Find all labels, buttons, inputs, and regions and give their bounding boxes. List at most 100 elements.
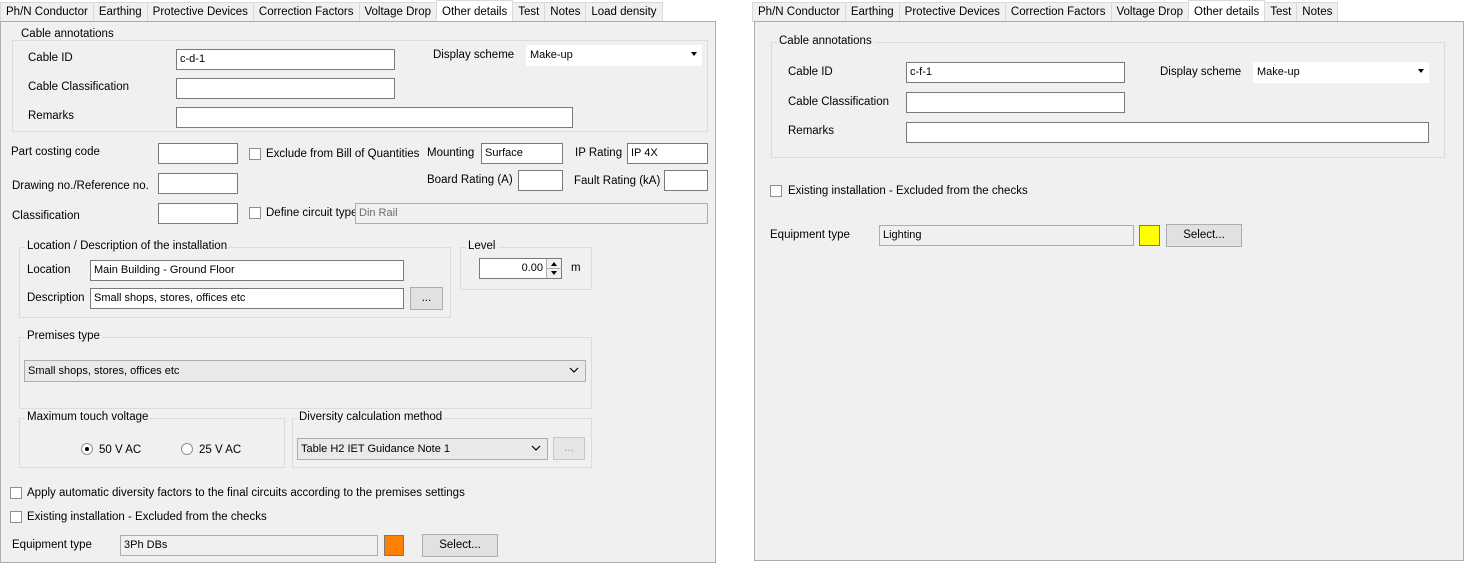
equipment-type-label: Equipment type xyxy=(12,539,92,551)
cable-classification-input[interactable] xyxy=(906,92,1125,113)
apply-diversity-checkbox[interactable] xyxy=(10,487,22,499)
exclude-boq-checkbox[interactable] xyxy=(249,148,261,160)
right-tab-bar: Ph/N Conductor Earthing Protective Devic… xyxy=(752,0,1339,22)
board-rating-label: Board Rating (A) xyxy=(427,174,513,186)
ip-rating-label: IP Rating xyxy=(575,147,623,159)
remarks-label: Remarks xyxy=(28,110,75,122)
tab-notes[interactable]: Notes xyxy=(1296,2,1339,22)
tab-ph-n-conductor[interactable]: Ph/N Conductor xyxy=(0,2,94,22)
cable-annotations-legend: Cable annotations xyxy=(777,35,874,47)
touch-50v-radio[interactable] xyxy=(81,443,93,455)
remarks-input[interactable] xyxy=(176,107,573,128)
tab-protective-devices[interactable]: Protective Devices xyxy=(898,2,1006,22)
display-scheme-label: Display scheme xyxy=(433,49,515,61)
premises-select[interactable]: Small shops, stores, offices etc xyxy=(24,360,586,382)
cable-id-input[interactable]: c-d-1 xyxy=(176,49,395,70)
level-value: 0.00 xyxy=(521,262,543,274)
board-rating-input[interactable] xyxy=(518,170,563,191)
define-circuit-label: Define circuit type xyxy=(266,207,358,219)
premises-value: Small shops, stores, offices etc xyxy=(28,365,180,377)
ip-rating-input[interactable]: IP 4X xyxy=(627,143,708,164)
equipment-color-swatch[interactable] xyxy=(1139,225,1160,246)
define-circuit-checkbox[interactable] xyxy=(249,207,261,219)
mounting-label: Mounting xyxy=(427,147,475,159)
display-scheme-select[interactable]: Make-up xyxy=(526,45,702,66)
equipment-select-button[interactable]: Select... xyxy=(1166,224,1242,247)
spin-arrows-icon xyxy=(547,262,562,275)
chevron-down-icon xyxy=(569,367,579,373)
description-input[interactable]: Small shops, stores, offices etc xyxy=(90,288,404,309)
tab-other-details[interactable]: Other details xyxy=(436,0,514,21)
description-label: Description xyxy=(27,292,85,304)
equipment-type-input[interactable]: 3Ph DBs xyxy=(120,535,378,556)
dropdown-arrow-icon xyxy=(691,52,697,56)
equipment-color-swatch[interactable] xyxy=(384,535,404,556)
cable-classification-input[interactable] xyxy=(176,78,395,99)
level-legend: Level xyxy=(466,240,498,252)
display-scheme-value: Make-up xyxy=(530,49,573,61)
fault-rating-input[interactable] xyxy=(664,170,708,191)
touch-voltage-legend: Maximum touch voltage xyxy=(25,411,151,423)
chevron-down-icon xyxy=(531,445,541,451)
diversity-legend: Diversity calculation method xyxy=(297,411,445,423)
remarks-label: Remarks xyxy=(788,125,835,137)
premises-legend: Premises type xyxy=(25,330,102,342)
define-circuit-input[interactable]: Din Rail xyxy=(355,203,708,224)
tab-other-details[interactable]: Other details xyxy=(1188,0,1266,21)
part-costing-input[interactable] xyxy=(158,143,238,164)
touch-25v-label: 25 V AC xyxy=(199,444,242,456)
dropdown-arrow-icon xyxy=(1418,69,1424,73)
tab-voltage-drop[interactable]: Voltage Drop xyxy=(358,2,437,22)
touch-25v-radio[interactable] xyxy=(181,443,193,455)
location-label: Location xyxy=(27,264,71,276)
touch-50v-label: 50 V AC xyxy=(99,444,142,456)
tab-load-density[interactable]: Load density xyxy=(585,2,663,22)
diversity-settings-button[interactable]: ... xyxy=(553,437,585,460)
exclude-boq-label: Exclude from Bill of Quantities xyxy=(266,148,420,160)
equipment-type-label: Equipment type xyxy=(770,229,850,241)
classification-label: Classification xyxy=(12,210,80,222)
level-unit: m xyxy=(571,262,581,274)
touch-voltage-group xyxy=(19,418,285,468)
existing-installation-checkbox[interactable] xyxy=(10,511,22,523)
cable-classification-label: Cable Classification xyxy=(788,96,889,108)
part-costing-label: Part costing code xyxy=(11,146,100,158)
tab-protective-devices[interactable]: Protective Devices xyxy=(146,2,254,22)
location-legend: Location / Description of the installati… xyxy=(25,240,230,252)
classification-input[interactable] xyxy=(158,203,238,224)
cable-classification-label: Cable Classification xyxy=(28,81,129,93)
tab-voltage-drop[interactable]: Voltage Drop xyxy=(1110,2,1189,22)
location-input[interactable]: Main Building - Ground Floor xyxy=(90,260,404,281)
tab-earthing[interactable]: Earthing xyxy=(844,2,900,22)
left-tab-bar: Ph/N Conductor Earthing Protective Devic… xyxy=(0,0,663,22)
description-browse-button[interactable]: ... xyxy=(410,287,443,310)
tab-correction-factors[interactable]: Correction Factors xyxy=(252,2,360,22)
display-scheme-select[interactable]: Make-up xyxy=(1253,62,1429,83)
display-scheme-value: Make-up xyxy=(1257,66,1300,78)
existing-installation-label: Existing installation - Excluded from th… xyxy=(788,185,1028,197)
tab-notes[interactable]: Notes xyxy=(544,2,587,22)
right-panel: Cable annotations Cable ID c-f-1 Cable C… xyxy=(754,21,1464,561)
equipment-select-button[interactable]: Select... xyxy=(422,534,498,557)
display-scheme-label: Display scheme xyxy=(1160,66,1242,78)
tab-ph-n-conductor[interactable]: Ph/N Conductor xyxy=(752,2,846,22)
existing-installation-checkbox[interactable] xyxy=(770,185,782,197)
fault-rating-label: Fault Rating (kA) xyxy=(574,175,661,187)
drawing-ref-input[interactable] xyxy=(158,173,238,194)
left-panel: Cable annotations Cable ID c-d-1 Cable C… xyxy=(0,21,716,563)
cable-id-label: Cable ID xyxy=(28,52,73,64)
remarks-input[interactable] xyxy=(906,122,1429,143)
apply-diversity-label: Apply automatic diversity factors to the… xyxy=(27,487,465,499)
mounting-input[interactable]: Surface xyxy=(481,143,563,164)
tab-correction-factors[interactable]: Correction Factors xyxy=(1004,2,1112,22)
existing-installation-label: Existing installation - Excluded from th… xyxy=(27,511,267,523)
tab-test[interactable]: Test xyxy=(512,2,546,22)
drawing-ref-label: Drawing no./Reference no. xyxy=(12,180,149,192)
equipment-type-input[interactable]: Lighting xyxy=(879,225,1134,246)
cable-id-input[interactable]: c-f-1 xyxy=(906,62,1125,83)
level-spin-buttons[interactable] xyxy=(546,259,562,278)
tab-earthing[interactable]: Earthing xyxy=(92,2,148,22)
diversity-select[interactable]: Table H2 IET Guidance Note 1 xyxy=(297,438,548,460)
cable-id-label: Cable ID xyxy=(788,66,833,78)
tab-test[interactable]: Test xyxy=(1264,2,1298,22)
